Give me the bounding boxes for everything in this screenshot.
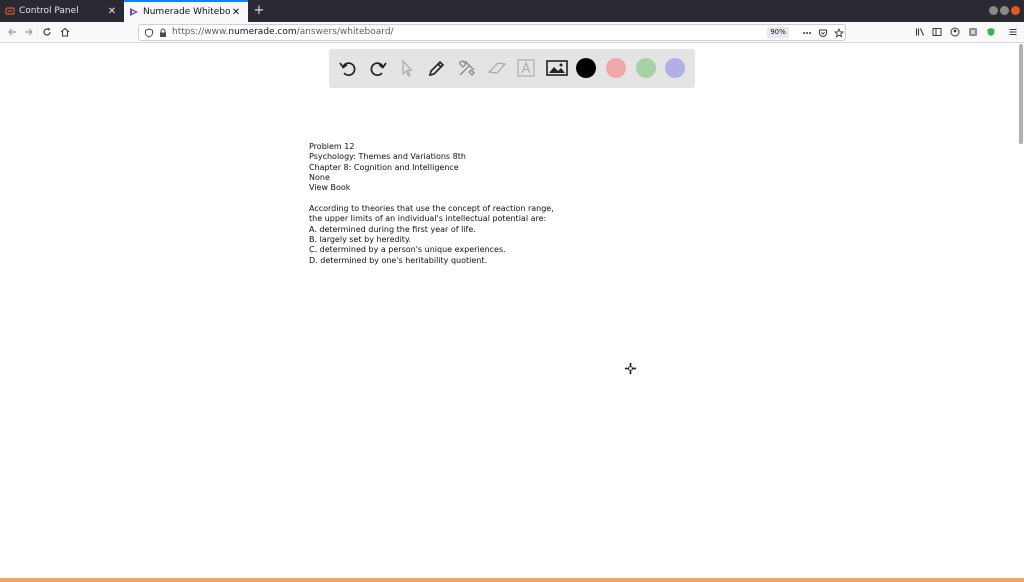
- url-text: https://www.numerade.com/answers/whitebo…: [172, 27, 394, 37]
- book-title: Psychology: Themes and Variations 8th: [309, 152, 466, 162]
- undo-icon[interactable]: [336, 56, 360, 80]
- url-bar[interactable]: https://www.numerade.com/answers/whitebo…: [138, 24, 846, 41]
- tab-title: Numerade Whiteboard: [143, 7, 230, 17]
- section-label: None: [309, 172, 330, 182]
- library-icon[interactable]: [913, 25, 927, 39]
- lock-icon[interactable]: [157, 27, 169, 39]
- question-line: According to theories that use the conce…: [309, 204, 554, 214]
- image-icon[interactable]: [545, 56, 569, 80]
- answer-option-d: D. determined by one's heritability quot…: [309, 255, 488, 265]
- vertical-scrollbar[interactable]: [1019, 44, 1023, 144]
- tracking-protection-icon[interactable]: [143, 27, 155, 39]
- page-bottom-bar: [0, 578, 1024, 582]
- zoom-level-button[interactable]: 90%: [767, 27, 789, 38]
- chapter-title: Chapter 8: Cognition and Intelligence: [309, 162, 459, 172]
- browser-navigation-bar: https://www.numerade.com/answers/whitebo…: [0, 22, 1024, 43]
- shield-extension-icon[interactable]: [984, 25, 998, 39]
- close-window-icon[interactable]: [1011, 6, 1020, 15]
- maximize-window-icon[interactable]: [1000, 6, 1009, 15]
- answer-option-c: C. determined by a person's unique exper…: [309, 245, 506, 255]
- sidebar-icon[interactable]: [930, 25, 944, 39]
- move-cursor-icon: [624, 362, 637, 375]
- extension-icon[interactable]: [966, 25, 980, 39]
- control-panel-icon: [5, 6, 15, 16]
- url-path: /answers/whiteboard/: [296, 27, 394, 37]
- pen-icon[interactable]: [425, 56, 449, 80]
- question-line: the upper limits of an individual's inte…: [309, 214, 547, 224]
- browser-tab-strip: Control Panel ✕ Numerade Whiteboard ✕ +: [0, 0, 1024, 22]
- view-book-text: View Book: [309, 183, 351, 193]
- problem-text-block: Problem 12 Psychology: Themes and Variat…: [309, 142, 554, 266]
- url-host: numerade.com: [228, 27, 297, 37]
- color-swatch-blue[interactable]: [665, 58, 685, 78]
- problem-number: Problem 12: [309, 142, 355, 151]
- tab-numerade-whiteboard[interactable]: Numerade Whiteboard ✕: [124, 0, 248, 22]
- home-icon[interactable]: [58, 25, 72, 39]
- numerade-logo-icon: [129, 7, 139, 17]
- bookmark-star-icon[interactable]: [833, 27, 845, 39]
- reload-icon[interactable]: [40, 25, 54, 39]
- new-tab-button[interactable]: +: [252, 3, 266, 19]
- tab-control-panel[interactable]: Control Panel ✕: [0, 0, 124, 22]
- select-pointer-icon[interactable]: [395, 56, 419, 80]
- tab-title: Control Panel: [19, 6, 79, 16]
- color-swatch-red[interactable]: [606, 58, 626, 78]
- pocket-icon[interactable]: [817, 27, 829, 39]
- eraser-icon[interactable]: [485, 56, 509, 80]
- minimize-window-icon[interactable]: [989, 6, 998, 15]
- answer-option-b: B. largely set by heredity.: [309, 234, 412, 244]
- tab-close-icon[interactable]: ✕: [106, 6, 118, 17]
- redo-icon[interactable]: [366, 56, 390, 80]
- page-actions-icon[interactable]: [801, 27, 813, 39]
- text-icon[interactable]: [514, 56, 538, 80]
- forward-icon[interactable]: [22, 25, 36, 39]
- account-icon[interactable]: [948, 25, 962, 39]
- whiteboard-toolbar: [329, 49, 695, 88]
- url-prefix: https://www.: [172, 27, 229, 37]
- color-swatch-green[interactable]: [636, 58, 656, 78]
- answer-option-a: A. determined during the first year of l…: [309, 224, 476, 234]
- tools-icon[interactable]: [455, 56, 479, 80]
- menu-icon[interactable]: [1006, 25, 1020, 39]
- color-swatch-black[interactable]: [576, 58, 596, 78]
- back-icon[interactable]: [5, 25, 19, 39]
- tab-close-icon[interactable]: ✕: [230, 7, 242, 18]
